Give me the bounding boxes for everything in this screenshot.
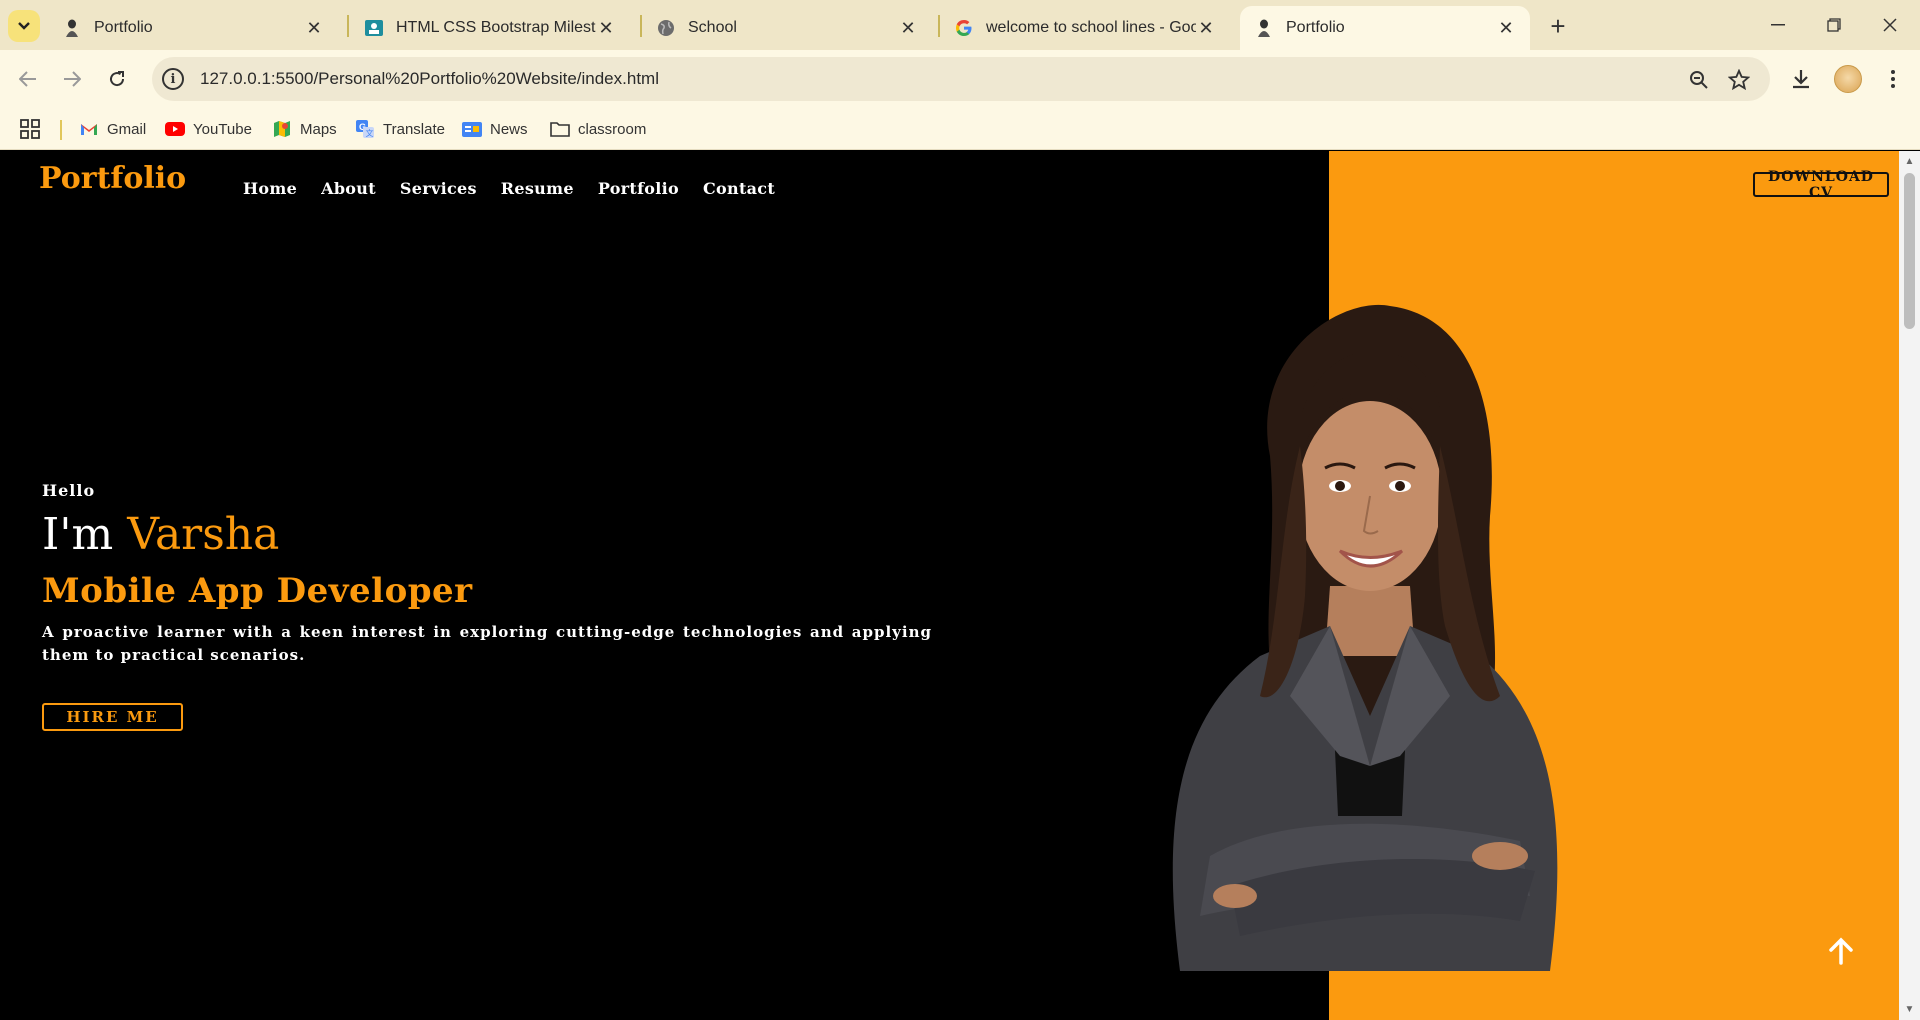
hero-section: Hello I'm Varsha Mobile App Developer A p… xyxy=(42,481,942,731)
close-icon[interactable]: ✕ xyxy=(304,18,324,38)
bookmark-label: Maps xyxy=(300,120,337,138)
close-window-button[interactable] xyxy=(1862,6,1918,44)
arrow-up-icon xyxy=(1829,937,1853,965)
maps-icon xyxy=(272,120,292,138)
downloads-icon[interactable] xyxy=(1786,64,1816,94)
tab-title: Portfolio xyxy=(1286,19,1345,36)
nav-about[interactable]: About xyxy=(321,179,376,198)
tab-bootstrap[interactable]: HTML CSS Bootstrap Milestone ✕ xyxy=(350,6,630,50)
plus-icon: + xyxy=(1550,10,1566,41)
page-viewport: Portfolio Home About Services Resume Por… xyxy=(0,151,1920,1020)
minimize-button[interactable] xyxy=(1750,6,1806,44)
minimize-icon xyxy=(1771,24,1785,26)
address-bar[interactable]: i 127.0.0.1:5500/Personal%20Portfolio%20… xyxy=(152,57,1770,101)
zoom-icon[interactable] xyxy=(1686,67,1712,93)
scrollbar-thumb[interactable] xyxy=(1904,173,1915,329)
apps-grid-icon xyxy=(20,119,40,139)
profile-avatar[interactable] xyxy=(1834,65,1862,93)
apps-grid-button[interactable] xyxy=(20,116,40,142)
translate-icon: G文 xyxy=(355,120,375,138)
nav-resume[interactable]: Resume xyxy=(501,179,574,198)
back-button[interactable] xyxy=(10,62,46,96)
news-icon xyxy=(462,120,482,138)
hero-greeting: Hello xyxy=(42,481,96,500)
scroll-to-top-button[interactable] xyxy=(1826,936,1856,966)
folder-icon xyxy=(550,120,570,138)
bookmark-news[interactable]: News xyxy=(462,116,528,142)
close-icon[interactable]: ✕ xyxy=(1496,18,1516,38)
bookmark-label: YouTube xyxy=(193,120,252,138)
reload-icon xyxy=(110,71,125,87)
portfolio-favicon-icon xyxy=(1254,18,1274,38)
bookmark-label: Translate xyxy=(383,120,445,138)
hero-role: Mobile App Developer xyxy=(42,571,473,611)
globe-icon xyxy=(656,18,676,38)
main-nav: Home About Services Resume Portfolio Con… xyxy=(243,179,775,198)
tab-title: HTML CSS Bootstrap Milestone xyxy=(396,19,596,36)
browser-toolbar: i 127.0.0.1:5500/Personal%20Portfolio%20… xyxy=(0,50,1920,108)
page-scrollbar[interactable]: ▲ ▼ xyxy=(1899,151,1920,1020)
tab-title: Portfolio xyxy=(94,19,153,36)
back-arrow-icon xyxy=(19,71,36,87)
tab-divider xyxy=(347,15,349,37)
close-icon[interactable]: ✕ xyxy=(1196,18,1216,38)
bookmark-youtube[interactable]: YouTube xyxy=(165,116,252,142)
new-tab-button[interactable]: + xyxy=(1542,10,1574,42)
bookmarks-bar: Gmail YouTube Maps G文 Translate News cla… xyxy=(0,108,1920,150)
download-cv-button[interactable]: DOWNLOAD CV xyxy=(1753,169,1889,201)
scroll-down-icon[interactable]: ▼ xyxy=(1903,1003,1916,1015)
hero-name-line: I'm Varsha xyxy=(42,510,942,560)
bookmark-star-icon[interactable] xyxy=(1726,67,1752,93)
bookmark-gmail[interactable]: Gmail xyxy=(79,116,146,142)
svg-text:文: 文 xyxy=(366,128,374,138)
forward-arrow-icon xyxy=(64,71,81,87)
menu-kebab-icon[interactable] xyxy=(1878,64,1908,94)
google-icon xyxy=(954,18,974,38)
nav-services[interactable]: Services xyxy=(400,179,477,198)
hire-me-button[interactable]: HIRE ME xyxy=(42,703,183,731)
profile-portrait-image xyxy=(1172,304,1558,971)
url-text: 127.0.0.1:5500/Personal%20Portfolio%20We… xyxy=(200,69,659,88)
reload-button[interactable] xyxy=(99,62,135,96)
portfolio-favicon-icon xyxy=(62,18,82,38)
hero-name: Varsha xyxy=(127,509,280,560)
tab-portfolio-1[interactable]: Portfolio ✕ xyxy=(48,6,338,50)
nav-home[interactable]: Home xyxy=(243,179,297,198)
tab-title: School xyxy=(688,19,737,36)
tab-portfolio-active[interactable]: Portfolio ✕ xyxy=(1240,6,1530,50)
restore-button[interactable] xyxy=(1806,6,1862,44)
forward-button[interactable] xyxy=(54,62,90,96)
site-logo[interactable]: Portfolio xyxy=(39,161,186,196)
bookmark-label: News xyxy=(490,120,528,138)
tab-search-button[interactable] xyxy=(8,10,40,42)
tab-title: welcome to school lines - Goog xyxy=(986,19,1196,36)
close-icon[interactable]: ✕ xyxy=(596,18,616,38)
nav-portfolio[interactable]: Portfolio xyxy=(598,179,679,198)
hero-description: A proactive learner with a keen interest… xyxy=(42,623,932,664)
browser-tab-strip: Portfolio ✕ HTML CSS Bootstrap Milestone… xyxy=(0,0,1920,50)
gmail-icon xyxy=(79,120,99,138)
bookmark-maps[interactable]: Maps xyxy=(272,116,337,142)
bookmark-label: classroom xyxy=(578,120,647,138)
bookmarks-divider xyxy=(60,120,62,140)
close-icon xyxy=(1883,18,1897,32)
bookmark-label: Gmail xyxy=(107,120,147,138)
scroll-up-icon[interactable]: ▲ xyxy=(1903,155,1916,167)
chevron-down-icon xyxy=(18,22,30,30)
classroom-favicon-icon xyxy=(364,18,384,38)
youtube-icon xyxy=(165,120,185,138)
close-icon[interactable]: ✕ xyxy=(898,18,918,38)
site-info-icon[interactable]: i xyxy=(162,68,184,90)
tab-google-search[interactable]: welcome to school lines - Goog ✕ xyxy=(940,6,1230,50)
hero-im: I'm xyxy=(42,509,114,560)
nav-contact[interactable]: Contact xyxy=(703,179,775,198)
tab-school[interactable]: School ✕ xyxy=(642,6,932,50)
bookmark-classroom-folder[interactable]: classroom xyxy=(550,116,646,142)
bookmark-translate[interactable]: G文 Translate xyxy=(355,116,445,142)
restore-icon xyxy=(1827,18,1841,32)
